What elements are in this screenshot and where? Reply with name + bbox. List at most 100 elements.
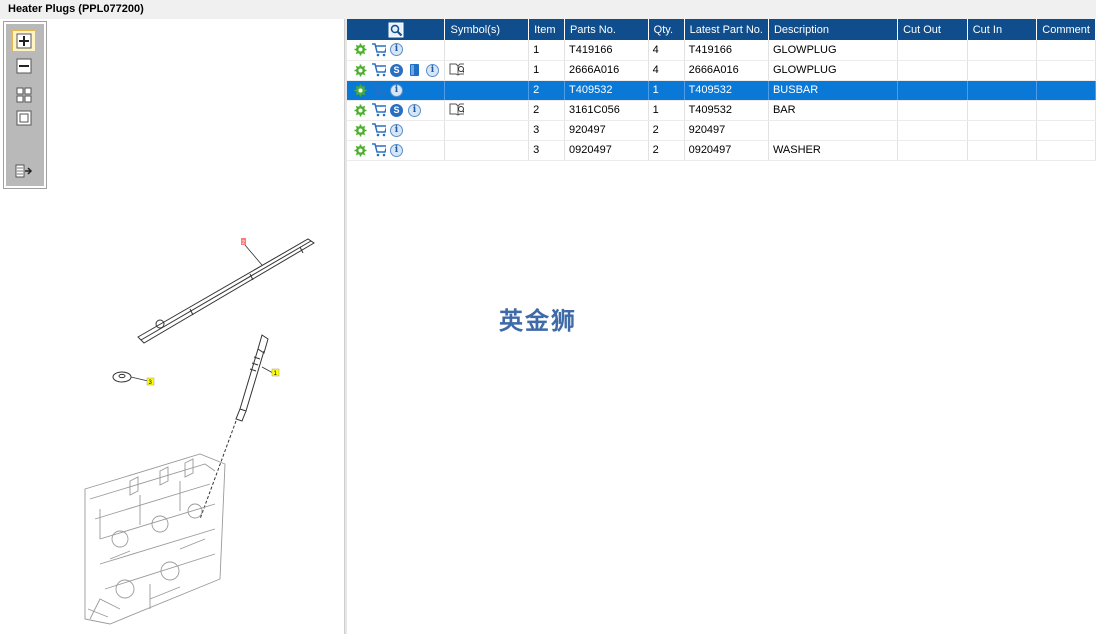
quantity-cell: 4: [648, 60, 685, 81]
comment-cell: [1036, 100, 1096, 121]
zoom-out-icon: [16, 58, 32, 74]
cart-icon[interactable]: [371, 63, 386, 78]
column-header-actions[interactable]: [347, 19, 446, 40]
table-row[interactable]: i 3 0920497 2 0920497 WASHER: [347, 140, 1096, 161]
part-number-cell: 2666A016: [564, 60, 649, 81]
info-icon[interactable]: i: [389, 143, 404, 158]
item-cell: 1: [528, 40, 566, 61]
column-header-parts-no[interactable]: Parts No.: [564, 19, 649, 40]
description-cell: WASHER: [768, 140, 899, 161]
panel-arrow-icon: [15, 164, 33, 178]
table-row[interactable]: i 1 T419166 4 T419166 GLOWPLUG: [347, 40, 1096, 61]
column-header-item[interactable]: Item: [528, 19, 566, 40]
cut-in-cell: [967, 100, 1038, 121]
column-header-cut-in[interactable]: Cut In: [967, 19, 1038, 40]
cut-in-cell: [967, 40, 1038, 61]
window-title: Heater Plugs (PPL077200): [0, 0, 1096, 19]
cut-out-cell: [897, 60, 968, 81]
s-icon[interactable]: S: [389, 63, 404, 78]
zoom-in-button[interactable]: [12, 30, 36, 52]
table-row[interactable]: Si 1 2666A016 4 2666A016 GLOWPLUG: [347, 60, 1096, 81]
column-header-cut-out[interactable]: Cut Out: [897, 19, 968, 40]
item-cell: 2: [528, 100, 566, 121]
column-header-qty[interactable]: Qty.: [648, 19, 685, 40]
washer-drawing: [112, 371, 132, 383]
quantity-cell: 2: [648, 120, 685, 141]
part-number-cell: 0920497: [564, 140, 649, 161]
column-header-comment[interactable]: Comment: [1036, 19, 1096, 40]
row-actions-cell: i: [347, 80, 446, 101]
symbol-cell: [444, 100, 530, 121]
item-cell: 3: [528, 120, 566, 141]
latest-part-number-cell: T409532: [684, 80, 769, 101]
comment-cell: [1036, 140, 1096, 161]
row-actions-cell: i: [347, 120, 446, 141]
item-cell: 2: [528, 80, 566, 101]
quantity-cell: 1: [648, 80, 685, 101]
row-actions-cell: Si: [347, 60, 446, 81]
cart-icon[interactable]: [371, 143, 386, 158]
table-row[interactable]: i 2 T409532 1 T409532 BUSBAR: [347, 80, 1096, 101]
watermark-logo-text: 英金狮: [499, 307, 577, 335]
latest-part-number-cell: T409532: [684, 100, 769, 121]
latest-part-number-cell: 2666A016: [684, 60, 769, 81]
zoom-in-icon: [16, 33, 32, 49]
gear-icon[interactable]: [353, 83, 368, 98]
item-cell: 3: [528, 140, 566, 161]
row-actions-cell: Si: [347, 100, 446, 121]
part-number-cell: T409532: [564, 80, 649, 101]
busbar-drawing: [137, 238, 315, 344]
part-number-cell: T419166: [564, 40, 649, 61]
book-icon[interactable]: [407, 63, 422, 78]
square-icon: [16, 110, 32, 126]
book-search-icon[interactable]: [449, 61, 465, 76]
callout-2-label: 2: [242, 240, 245, 246]
description-cell: GLOWPLUG: [768, 40, 899, 61]
cut-out-cell: [897, 120, 968, 141]
gear-icon[interactable]: [353, 103, 368, 118]
cart-icon[interactable]: [371, 103, 386, 118]
gear-icon[interactable]: [353, 63, 368, 78]
gear-icon[interactable]: [353, 42, 368, 57]
description-cell: GLOWPLUG: [768, 60, 899, 81]
table-row[interactable]: i 3 920497 2 920497: [347, 120, 1096, 141]
cylinder-head-drawing: [84, 453, 226, 625]
cut-out-cell: [897, 140, 968, 161]
cart-icon[interactable]: [371, 42, 386, 57]
quantity-cell: 2: [648, 140, 685, 161]
symbol-cell: [444, 120, 530, 141]
symbol-cell: [444, 40, 530, 61]
fit-all-button[interactable]: [12, 84, 36, 106]
latest-part-number-cell: 0920497: [684, 140, 769, 161]
column-header-latest-part-no[interactable]: Latest Part No.: [684, 19, 769, 40]
symbol-cell: [444, 140, 530, 161]
cut-in-cell: [967, 120, 1038, 141]
info-icon[interactable]: i: [389, 83, 404, 98]
book-search-icon[interactable]: [449, 101, 465, 116]
quantity-cell: 4: [648, 40, 685, 61]
cart-icon[interactable]: [371, 83, 386, 98]
cut-in-cell: [967, 80, 1038, 101]
cut-out-cell: [897, 40, 968, 61]
info-icon[interactable]: i: [407, 103, 422, 118]
info-icon[interactable]: i: [389, 42, 404, 57]
zoom-toolbar: [3, 21, 47, 189]
s-icon[interactable]: S: [389, 103, 404, 118]
symbol-cell: [444, 60, 530, 81]
diagram-pane[interactable]: 1 2 3: [0, 19, 344, 634]
cart-icon[interactable]: [371, 123, 386, 138]
column-header-description[interactable]: Description: [768, 19, 899, 40]
description-cell: BUSBAR: [768, 80, 899, 101]
gear-icon[interactable]: [353, 123, 368, 138]
fit-window-button[interactable]: [12, 107, 36, 129]
gear-icon[interactable]: [353, 143, 368, 158]
row-actions-cell: i: [347, 40, 446, 61]
table-row[interactable]: Si 2 3161C056 1 T409532 BAR: [347, 100, 1096, 121]
info-icon[interactable]: i: [389, 123, 404, 138]
panel-toggle-button[interactable]: [12, 160, 36, 182]
glowplug-drawing: [199, 334, 269, 520]
latest-part-number-cell: 920497: [684, 120, 769, 141]
column-header-symbols[interactable]: Symbol(s): [444, 19, 530, 40]
info-icon[interactable]: i: [425, 63, 440, 78]
zoom-out-button[interactable]: [12, 55, 36, 77]
